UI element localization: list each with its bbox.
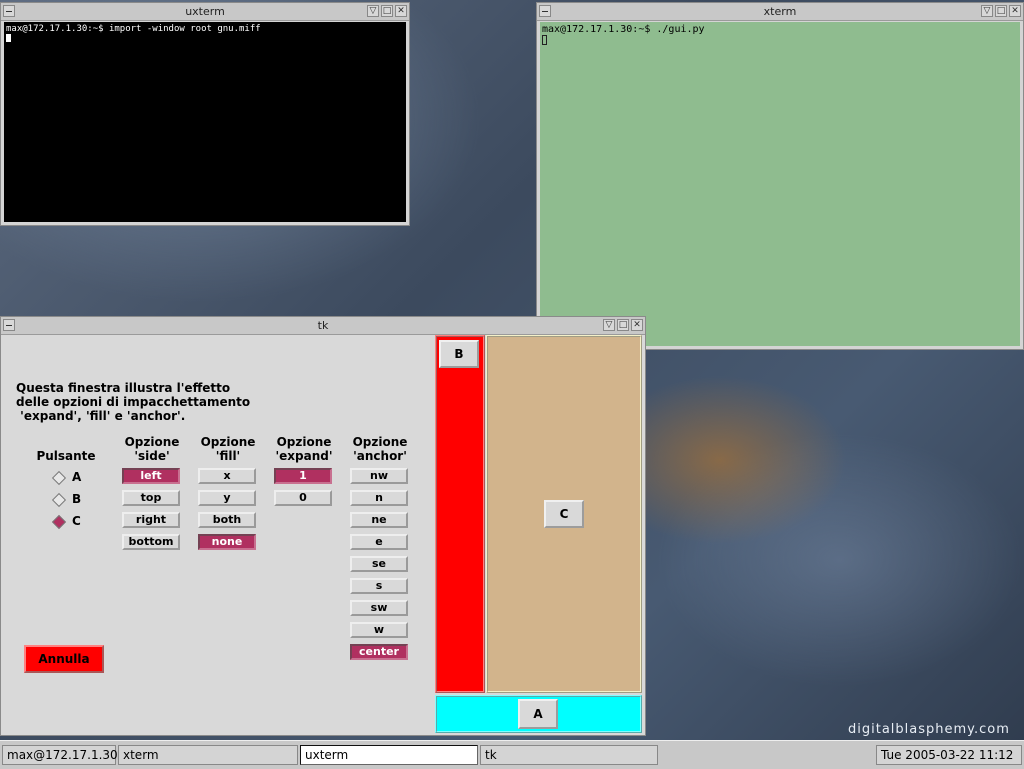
radio-b[interactable]: B [51,491,114,508]
uxterm-terminal[interactable]: max@172.17.1.30:~$ import -window root g… [4,22,406,222]
uxterm-titlebar[interactable]: uxterm ▽ □ ✕ [1,3,409,21]
demo-button-a[interactable]: A [518,699,558,729]
close-icon[interactable]: ✕ [631,319,643,331]
demo-frame-red [435,335,485,693]
taskbar: max@172.17.1.30 xterm uxterm tk Tue 2005… [0,740,1024,769]
window-menu-icon[interactable] [3,319,15,331]
xterm-command-line: max@172.17.1.30:~$ ./gui.py [542,24,705,35]
radio-a[interactable]: A [51,469,114,486]
pulsante-header: Pulsante [36,449,96,463]
anchor-header-2: 'anchor' [353,449,407,463]
terminal-cursor [6,34,11,42]
expand-option-0[interactable]: 0 [274,490,332,506]
anchor-option-e[interactable]: e [350,534,408,550]
intro-text: Questa finestra illustra l'effetto delle… [16,381,250,423]
radio-diamond-icon[interactable] [51,492,67,508]
window-menu-icon[interactable] [539,5,551,17]
tk-title: tk [317,319,329,332]
anchor-option-ne[interactable]: ne [350,512,408,528]
fill-option-none[interactable]: none [198,534,256,550]
anchor-option-nw[interactable]: nw [350,468,408,484]
anchor-option-w[interactable]: w [350,622,408,638]
shade-icon[interactable]: ▽ [981,5,993,17]
radio-c-label: C [72,514,81,528]
shade-icon[interactable]: ▽ [367,5,379,17]
fill-option-y[interactable]: y [198,490,256,506]
expand-header-1: Opzione [276,435,332,449]
fill-option-x[interactable]: x [198,468,256,484]
xterm-titlebar[interactable]: xterm ▽ □ ✕ [537,3,1023,21]
anchor-option-s[interactable]: s [350,578,408,594]
expand-option-1[interactable]: 1 [274,468,332,484]
uxterm-window[interactable]: uxterm ▽ □ ✕ max@172.17.1.30:~$ import -… [0,2,410,226]
task-host[interactable]: max@172.17.1.30 [2,745,118,765]
demo-button-b[interactable]: B [439,340,479,368]
side-option-bottom[interactable]: bottom [122,534,180,550]
anchor-option-se[interactable]: se [350,556,408,572]
radio-diamond-icon[interactable] [51,514,67,530]
xterm-window[interactable]: xterm ▽ □ ✕ max@172.17.1.30:~$ ./gui.py [536,2,1024,350]
side-option-left[interactable]: left [122,468,180,484]
xterm-title: xterm [763,5,797,18]
close-icon[interactable]: ✕ [395,5,407,17]
anchor-header-1: Opzione [352,435,408,449]
intro-line-3: 'expand', 'fill' e 'anchor'. [16,409,186,423]
radio-c[interactable]: C [51,513,114,530]
task-uxterm[interactable]: uxterm [300,745,478,765]
cancel-button[interactable]: Annulla [24,645,104,673]
maximize-icon[interactable]: □ [381,5,393,17]
terminal-cursor [542,35,547,45]
maximize-icon[interactable]: □ [617,319,629,331]
fill-header-1: Opzione [200,435,256,449]
anchor-option-sw[interactable]: sw [350,600,408,616]
task-xterm[interactable]: xterm [118,745,298,765]
task-tk[interactable]: tk [480,745,658,765]
side-option-right[interactable]: right [122,512,180,528]
tk-titlebar[interactable]: tk ▽ □ ✕ [1,317,645,335]
fill-header-2: 'fill' [215,449,241,463]
side-header-2: 'side' [134,449,170,463]
side-option-top[interactable]: top [122,490,180,506]
intro-line-2: delle opzioni di impacchettamento [16,395,251,409]
demo-button-c[interactable]: C [544,500,584,528]
fill-option-both[interactable]: both [198,512,256,528]
intro-line-1: Questa finestra illustra l'effetto [16,381,231,395]
uxterm-title: uxterm [185,5,225,18]
desktop-watermark: digitalblasphemy.com [848,722,1010,737]
radio-diamond-icon[interactable] [51,470,67,486]
clock: Tue 2005-03-22 11:12 [876,745,1022,765]
shade-icon[interactable]: ▽ [603,319,615,331]
maximize-icon[interactable]: □ [995,5,1007,17]
anchor-option-center[interactable]: center [350,644,408,660]
radio-a-label: A [72,470,82,484]
uxterm-command-line: max@172.17.1.30:~$ import -window root g… [6,24,261,34]
xterm-terminal[interactable]: max@172.17.1.30:~$ ./gui.py [540,22,1020,346]
window-menu-icon[interactable] [3,5,15,17]
anchor-option-n[interactable]: n [350,490,408,506]
radio-b-label: B [72,492,82,506]
side-header-1: Opzione [124,435,180,449]
expand-header-2: 'expand' [275,449,333,463]
close-icon[interactable]: ✕ [1009,5,1021,17]
